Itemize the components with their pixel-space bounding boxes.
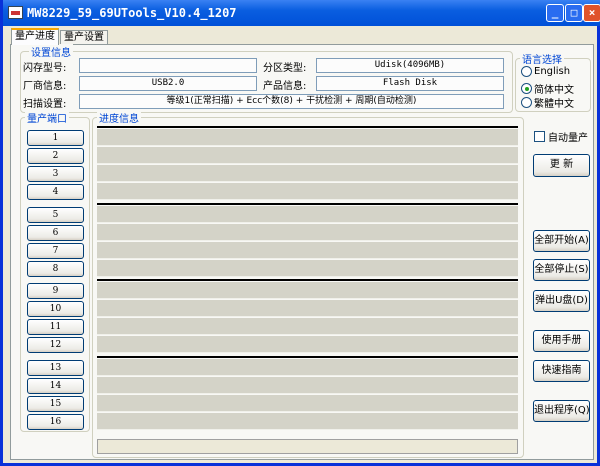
checkbox-icon bbox=[534, 131, 545, 142]
port-button-8[interactable]: 8 bbox=[27, 260, 84, 277]
progress-row bbox=[97, 376, 518, 394]
port-button-14[interactable]: 14 bbox=[27, 377, 84, 394]
radio-label: 繁體中文 bbox=[534, 99, 574, 110]
progress-row bbox=[97, 165, 518, 182]
port-button-11[interactable]: 11 bbox=[27, 319, 84, 335]
progress-row bbox=[97, 318, 518, 335]
radio-english[interactable]: English bbox=[521, 66, 570, 77]
app-window: MW8229_59_69UTools_V10.4_1207 _ □ × 量产进度… bbox=[0, 0, 600, 466]
language-group-title: 语言选择 bbox=[520, 51, 564, 66]
scan-label: 扫描设置: bbox=[23, 99, 67, 110]
vendor-label: 厂商信息: bbox=[23, 81, 67, 92]
port-button-5[interactable]: 5 bbox=[27, 206, 84, 223]
progress-row bbox=[97, 183, 518, 200]
eject-button[interactable]: 弹出U盘(D) bbox=[533, 290, 590, 312]
progress-row bbox=[97, 394, 518, 412]
close-button[interactable]: × bbox=[583, 4, 600, 22]
port-button-2[interactable]: 2 bbox=[27, 148, 84, 164]
port-button-6[interactable]: 6 bbox=[27, 224, 84, 241]
vendor-field: USB2.0 bbox=[79, 76, 257, 91]
port-button-13[interactable]: 13 bbox=[27, 359, 84, 376]
port-button-7[interactable]: 7 bbox=[27, 242, 84, 259]
auto-mp-label: 自动量产 bbox=[548, 133, 588, 144]
progress-row bbox=[97, 147, 518, 164]
progress-row bbox=[97, 241, 518, 259]
manual-button[interactable]: 使用手册 bbox=[533, 330, 590, 352]
radio-traditional-chinese[interactable]: 繁體中文 bbox=[521, 95, 574, 110]
group-separator bbox=[97, 202, 518, 205]
flash-model-label: 闪存型号: bbox=[23, 63, 67, 74]
product-field: Flash Disk bbox=[316, 76, 504, 91]
group-separator bbox=[97, 279, 518, 281]
group-separator bbox=[97, 355, 518, 358]
start-all-button[interactable]: 全部开始(A) bbox=[533, 230, 590, 252]
progress-row bbox=[97, 336, 518, 353]
progress-row bbox=[97, 259, 518, 277]
progress-row bbox=[97, 412, 518, 430]
window-title: MW8229_59_69UTools_V10.4_1207 bbox=[27, 6, 237, 20]
stop-all-button[interactable]: 全部停止(S) bbox=[533, 259, 590, 281]
group-separator bbox=[97, 126, 518, 128]
radio-simplified-chinese[interactable]: 简体中文 bbox=[521, 81, 574, 96]
port-button-15[interactable]: 15 bbox=[27, 395, 84, 412]
product-label: 产品信息: bbox=[263, 81, 307, 92]
progress-row bbox=[97, 300, 518, 317]
radio-label: English bbox=[534, 66, 571, 77]
partition-label: 分区类型: bbox=[263, 63, 307, 74]
port-button-1[interactable]: 1 bbox=[27, 130, 84, 146]
app-icon bbox=[8, 6, 23, 19]
progress-group-title: 进度信息 bbox=[97, 110, 141, 125]
port-button-10[interactable]: 10 bbox=[27, 301, 84, 317]
port-button-9[interactable]: 9 bbox=[27, 283, 84, 299]
progress-row bbox=[97, 282, 518, 299]
port-button-3[interactable]: 3 bbox=[27, 166, 84, 182]
progress-row bbox=[97, 129, 518, 146]
title-bar: MW8229_59_69UTools_V10.4_1207 _ □ × bbox=[3, 0, 600, 26]
progress-row bbox=[97, 358, 518, 376]
refresh-button[interactable]: 更 新 bbox=[533, 154, 590, 177]
port-button-16[interactable]: 16 bbox=[27, 413, 84, 430]
scan-field: 等级1(正常扫描) + Ecc个数(8) + 干扰检测 + 周期(自动检测) bbox=[79, 94, 504, 109]
progress-row bbox=[97, 223, 518, 241]
tab-progress[interactable]: 量产进度 bbox=[11, 28, 59, 45]
guide-button[interactable]: 快速指南 bbox=[533, 360, 590, 382]
radio-icon bbox=[521, 66, 532, 77]
radio-label: 简体中文 bbox=[534, 85, 574, 96]
partition-field: Udisk(4096MB) bbox=[316, 58, 504, 73]
exit-button[interactable]: 退出程序(Q) bbox=[533, 400, 590, 422]
settings-group-title: 设置信息 bbox=[29, 44, 73, 59]
tab-settings[interactable]: 量产设置 bbox=[60, 30, 108, 44]
ports-group-title: 量产端口 bbox=[25, 110, 69, 125]
auto-mp-checkbox[interactable]: 自动量产 bbox=[534, 129, 588, 144]
port-button-12[interactable]: 12 bbox=[27, 337, 84, 353]
status-bar bbox=[97, 439, 518, 454]
radio-selected-icon bbox=[521, 83, 532, 94]
progress-row bbox=[97, 205, 518, 223]
radio-icon bbox=[521, 97, 532, 108]
port-button-4[interactable]: 4 bbox=[27, 184, 84, 200]
flash-model-field bbox=[79, 58, 257, 73]
minimize-button[interactable]: _ bbox=[546, 4, 564, 22]
maximize-button[interactable]: □ bbox=[565, 4, 583, 22]
